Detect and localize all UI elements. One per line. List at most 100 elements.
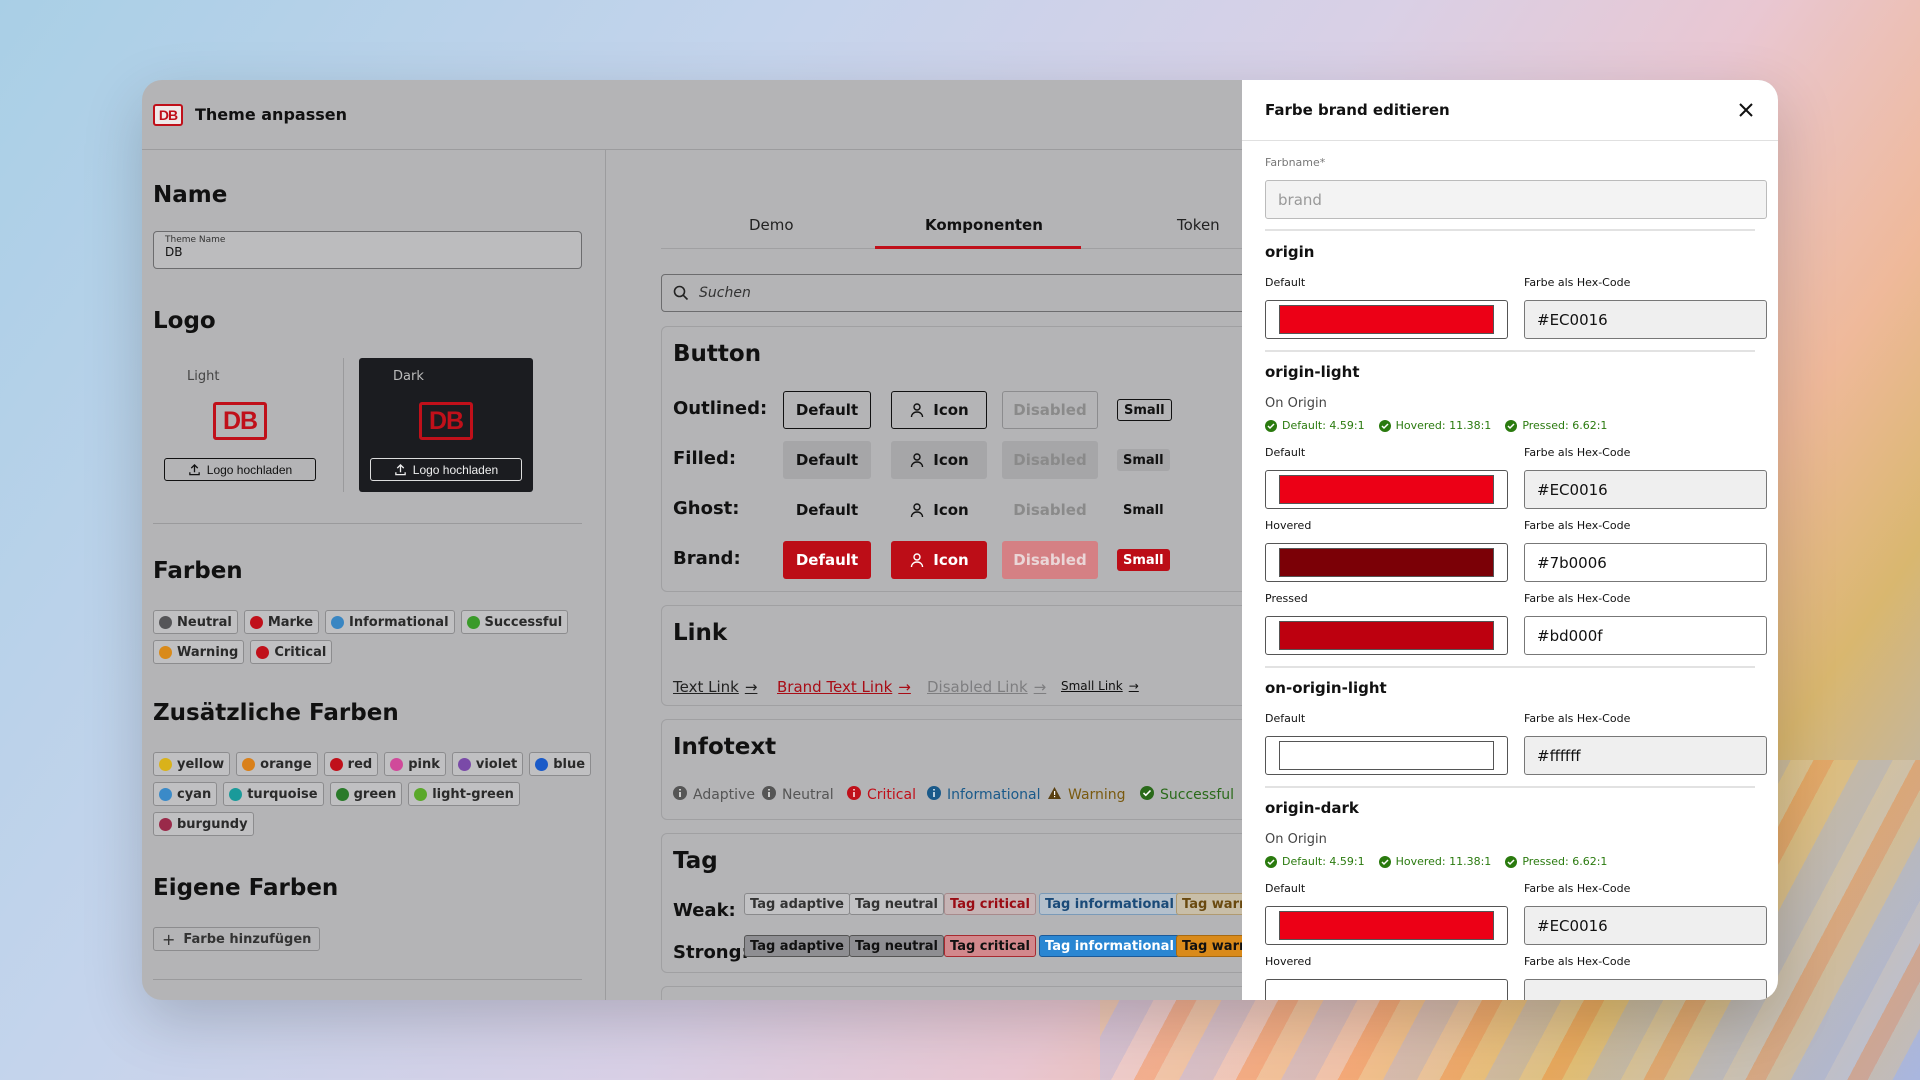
origin-light-pressed-swatch[interactable] <box>1265 616 1508 655</box>
outlined-icon-button[interactable]: Icon <box>891 391 987 429</box>
hex-value: #ffffff <box>1537 746 1581 765</box>
brand-icon-button[interactable]: Icon <box>891 541 987 579</box>
row-label-ghost: Ghost: <box>673 498 740 519</box>
chip-label: Critical <box>274 644 327 660</box>
button-label: Default <box>795 501 859 519</box>
color-chip-informational[interactable]: Informational <box>325 610 455 634</box>
check-icon <box>1265 855 1277 868</box>
brand-text-link[interactable]: Brand Text Link → <box>777 678 911 696</box>
text-link[interactable]: Text Link → <box>673 678 757 696</box>
on-origin-light-default-swatch[interactable] <box>1265 736 1508 775</box>
color-dot-icon <box>159 645 172 659</box>
contrast-default: Default: 4.59:1 <box>1265 855 1365 868</box>
origin-dark-hovered-hex-input[interactable] <box>1524 979 1767 1000</box>
tag-weak-label: Weak: <box>673 900 736 921</box>
filled-default-button[interactable]: Default <box>783 441 871 479</box>
disabled-link: Disabled Link → <box>927 678 1046 696</box>
tag-strong-label: Strong: <box>673 942 749 963</box>
tab-token[interactable]: Token <box>1177 216 1220 234</box>
infotext-label: Successful <box>1160 787 1235 803</box>
chip-label: light-green <box>432 786 514 802</box>
color-chip-neutral[interactable]: Neutral <box>153 610 238 634</box>
ghost-default-button[interactable]: Default <box>783 491 871 529</box>
logo-dark-caption: Dark <box>393 369 424 384</box>
arrow-right-icon: → <box>1128 679 1139 693</box>
settings-panel: Name Theme Name DB Logo Light DB Logo ho… <box>142 150 606 1000</box>
color-chip-marke[interactable]: Marke <box>243 610 320 634</box>
extra-color-chip-light-green[interactable]: light-green <box>408 782 520 806</box>
color-dot-icon <box>256 645 270 659</box>
color-name-input[interactable]: brand <box>1265 180 1767 219</box>
extra-color-chip-red[interactable]: red <box>323 752 379 776</box>
origin-dark-default-hex-input[interactable]: #EC0016 <box>1524 906 1767 945</box>
dialog-header: Farbe brand editieren <box>1242 80 1778 141</box>
chip-label: red <box>347 756 373 772</box>
origin-light-pressed-hex-input[interactable]: #bd000f <box>1524 616 1767 655</box>
color-chip-critical[interactable]: Critical <box>250 640 333 664</box>
origin-light-hovered-hex-input[interactable]: #7b0006 <box>1524 543 1767 582</box>
hex-value: #bd000f <box>1537 626 1603 645</box>
origin-default-hex-input[interactable]: #EC0016 <box>1524 300 1767 339</box>
origin-dark-default-swatch[interactable] <box>1265 906 1508 945</box>
hex-value: #EC0016 <box>1537 310 1608 329</box>
outlined-default-button[interactable]: Default <box>783 391 871 429</box>
origin-light-default-swatch[interactable] <box>1265 470 1508 509</box>
ghost-icon-button[interactable]: Icon <box>891 491 987 529</box>
origin-default-swatch[interactable] <box>1265 300 1508 339</box>
theme-name-value: DB <box>165 245 183 259</box>
origin-light-hovered-label: Hovered <box>1265 519 1312 532</box>
brand-default-button[interactable]: Default <box>783 541 871 579</box>
upload-logo-light-button[interactable]: Logo hochladen <box>164 458 316 481</box>
extra-color-chip-blue[interactable]: blue <box>529 752 592 776</box>
ghost-disabled-button: Disabled <box>1002 491 1098 529</box>
extra-color-chip-green[interactable]: green <box>329 782 403 806</box>
origin-light-hovered-swatch[interactable] <box>1265 543 1508 582</box>
outlined-small-button[interactable]: Small <box>1117 399 1172 421</box>
chip-label: blue <box>553 756 586 772</box>
origin-dark-hex-label: Farbe als Hex-Code <box>1524 882 1631 895</box>
infotext-card-heading: Infotext <box>673 734 777 760</box>
brand-small-button[interactable]: Small <box>1117 549 1170 571</box>
small-link[interactable]: Small Link → <box>1061 679 1139 693</box>
infotext-adaptive: Adaptive <box>673 786 755 804</box>
check-icon <box>1265 419 1277 432</box>
chip-label: Neutral <box>177 614 232 630</box>
color-dot-icon <box>457 757 471 771</box>
extra-color-chip-violet[interactable]: violet <box>451 752 524 776</box>
arrow-right-icon: → <box>898 678 911 696</box>
check-icon <box>1378 855 1391 868</box>
button-label: Small <box>1124 402 1165 418</box>
close-button[interactable] <box>1734 98 1758 122</box>
extra-color-chip-yellow[interactable]: yellow <box>153 752 231 776</box>
text-link-label: Text Link <box>673 678 739 696</box>
theme-name-input[interactable]: Theme Name DB <box>153 231 582 269</box>
color-name-label: Farbname* <box>1265 156 1326 169</box>
ghost-small-button[interactable]: Small <box>1117 499 1170 521</box>
contrast-pressed: Pressed: 6.62:1 <box>1505 855 1607 868</box>
origin-dark-hovered-swatch[interactable] <box>1265 979 1508 1000</box>
active-tab-indicator <box>875 246 1081 249</box>
on-origin-light-hex-label: Farbe als Hex-Code <box>1524 712 1631 725</box>
extra-color-chip-pink[interactable]: pink <box>384 752 446 776</box>
color-dot-icon <box>390 757 404 771</box>
color-chip-successful[interactable]: Successful <box>460 610 569 634</box>
person-icon <box>911 453 924 468</box>
extra-color-chip-burgundy[interactable]: burgundy <box>153 812 254 836</box>
extra-color-chip-turquoise[interactable]: turquoise <box>223 782 324 806</box>
tab-demo[interactable]: Demo <box>749 216 794 234</box>
link-card-heading: Link <box>673 620 728 646</box>
upload-icon <box>188 463 200 476</box>
tag-strong-2: Tag critical <box>944 935 1036 957</box>
person-icon <box>911 503 924 518</box>
button-label: Small <box>1123 452 1164 468</box>
extra-color-chip-cyan[interactable]: cyan <box>153 782 218 806</box>
filled-small-button[interactable]: Small <box>1117 449 1170 471</box>
color-chip-warning[interactable]: Warning <box>153 640 245 664</box>
add-color-button[interactable]: + Farbe hinzufügen <box>153 927 321 951</box>
origin-light-default-hex-input[interactable]: #EC0016 <box>1524 470 1767 509</box>
upload-logo-dark-button[interactable]: Logo hochladen <box>370 458 522 481</box>
extra-color-chip-orange[interactable]: orange <box>236 752 318 776</box>
on-origin-light-default-hex-input[interactable]: #ffffff <box>1524 736 1767 775</box>
filled-icon-button[interactable]: Icon <box>891 441 987 479</box>
tab-komponenten[interactable]: Komponenten <box>925 216 1043 234</box>
